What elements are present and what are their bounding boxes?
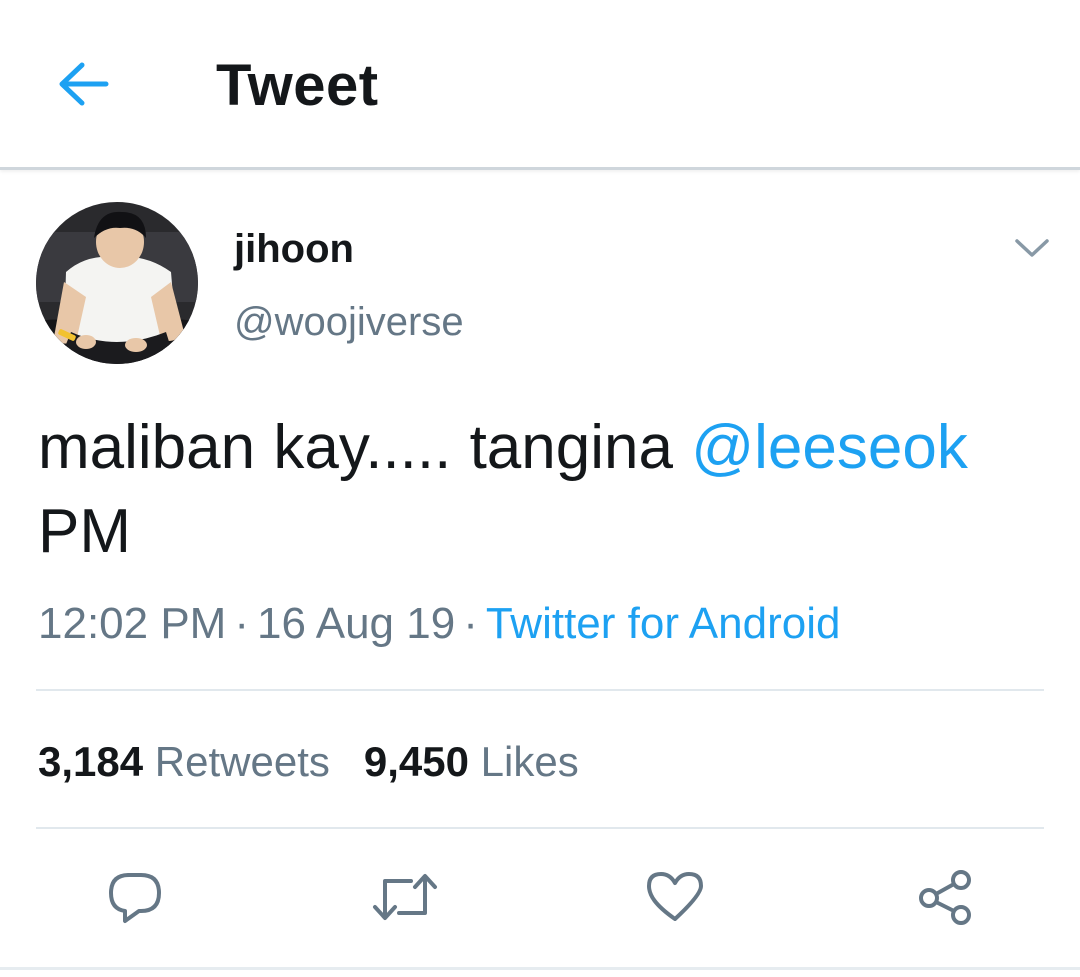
likes-label: Likes <box>480 738 579 785</box>
reply-icon <box>109 873 161 923</box>
divider <box>36 689 1044 691</box>
mention-link[interactable]: @leeseok <box>691 413 968 482</box>
tweet-detail-screen: Tweet jihoon @woojiverse maliban kay....… <box>0 0 1080 977</box>
page-title: Tweet <box>216 53 379 118</box>
tweet-menu-button[interactable] <box>1008 226 1056 270</box>
retweets-stat[interactable]: 3,184 Retweets <box>38 735 330 789</box>
likes-count: 9,450 <box>363 738 469 785</box>
arrow-left-icon <box>59 62 109 106</box>
likes-stat[interactable]: 9,450 Likes <box>364 735 579 789</box>
tweet-time: 12:02 PM <box>38 599 227 648</box>
share-icon <box>919 870 971 925</box>
avatar[interactable] <box>36 202 198 364</box>
divider <box>0 967 1080 970</box>
chevron-down-icon <box>1015 239 1049 257</box>
tweet-text-continuation: PM <box>38 497 131 566</box>
retweets-count: 3,184 <box>38 738 144 785</box>
retweet-icon <box>373 874 437 920</box>
author-handle[interactable]: @woojiverse <box>234 298 464 346</box>
tweet-text: maliban kay..... tangina @leeseok PM <box>38 406 1048 574</box>
share-button[interactable] <box>910 862 980 932</box>
divider <box>36 827 1044 829</box>
app-header: Tweet <box>0 0 1080 170</box>
tweet-date: 16 Aug 19 <box>257 599 456 648</box>
reply-button[interactable] <box>100 862 170 932</box>
tweet-stats: 3,184 Retweets 9,450 Likes <box>38 735 613 789</box>
retweet-button[interactable] <box>370 862 440 932</box>
like-button[interactable] <box>640 862 710 932</box>
tweet-meta: 12:02 PM · 16 Aug 19 · Twitter for Android <box>38 596 840 652</box>
heart-icon <box>647 872 703 921</box>
meta-separator: · <box>463 599 478 648</box>
tweet-text-body: maliban kay..... tangina <box>38 413 692 482</box>
meta-separator: · <box>234 599 249 648</box>
author-display-name[interactable]: jihoon <box>234 225 354 273</box>
tweet-source-link[interactable]: Twitter for Android <box>486 599 841 648</box>
back-button[interactable] <box>52 54 116 114</box>
profile-photo-icon <box>36 202 198 364</box>
retweets-label: Retweets <box>154 738 330 785</box>
